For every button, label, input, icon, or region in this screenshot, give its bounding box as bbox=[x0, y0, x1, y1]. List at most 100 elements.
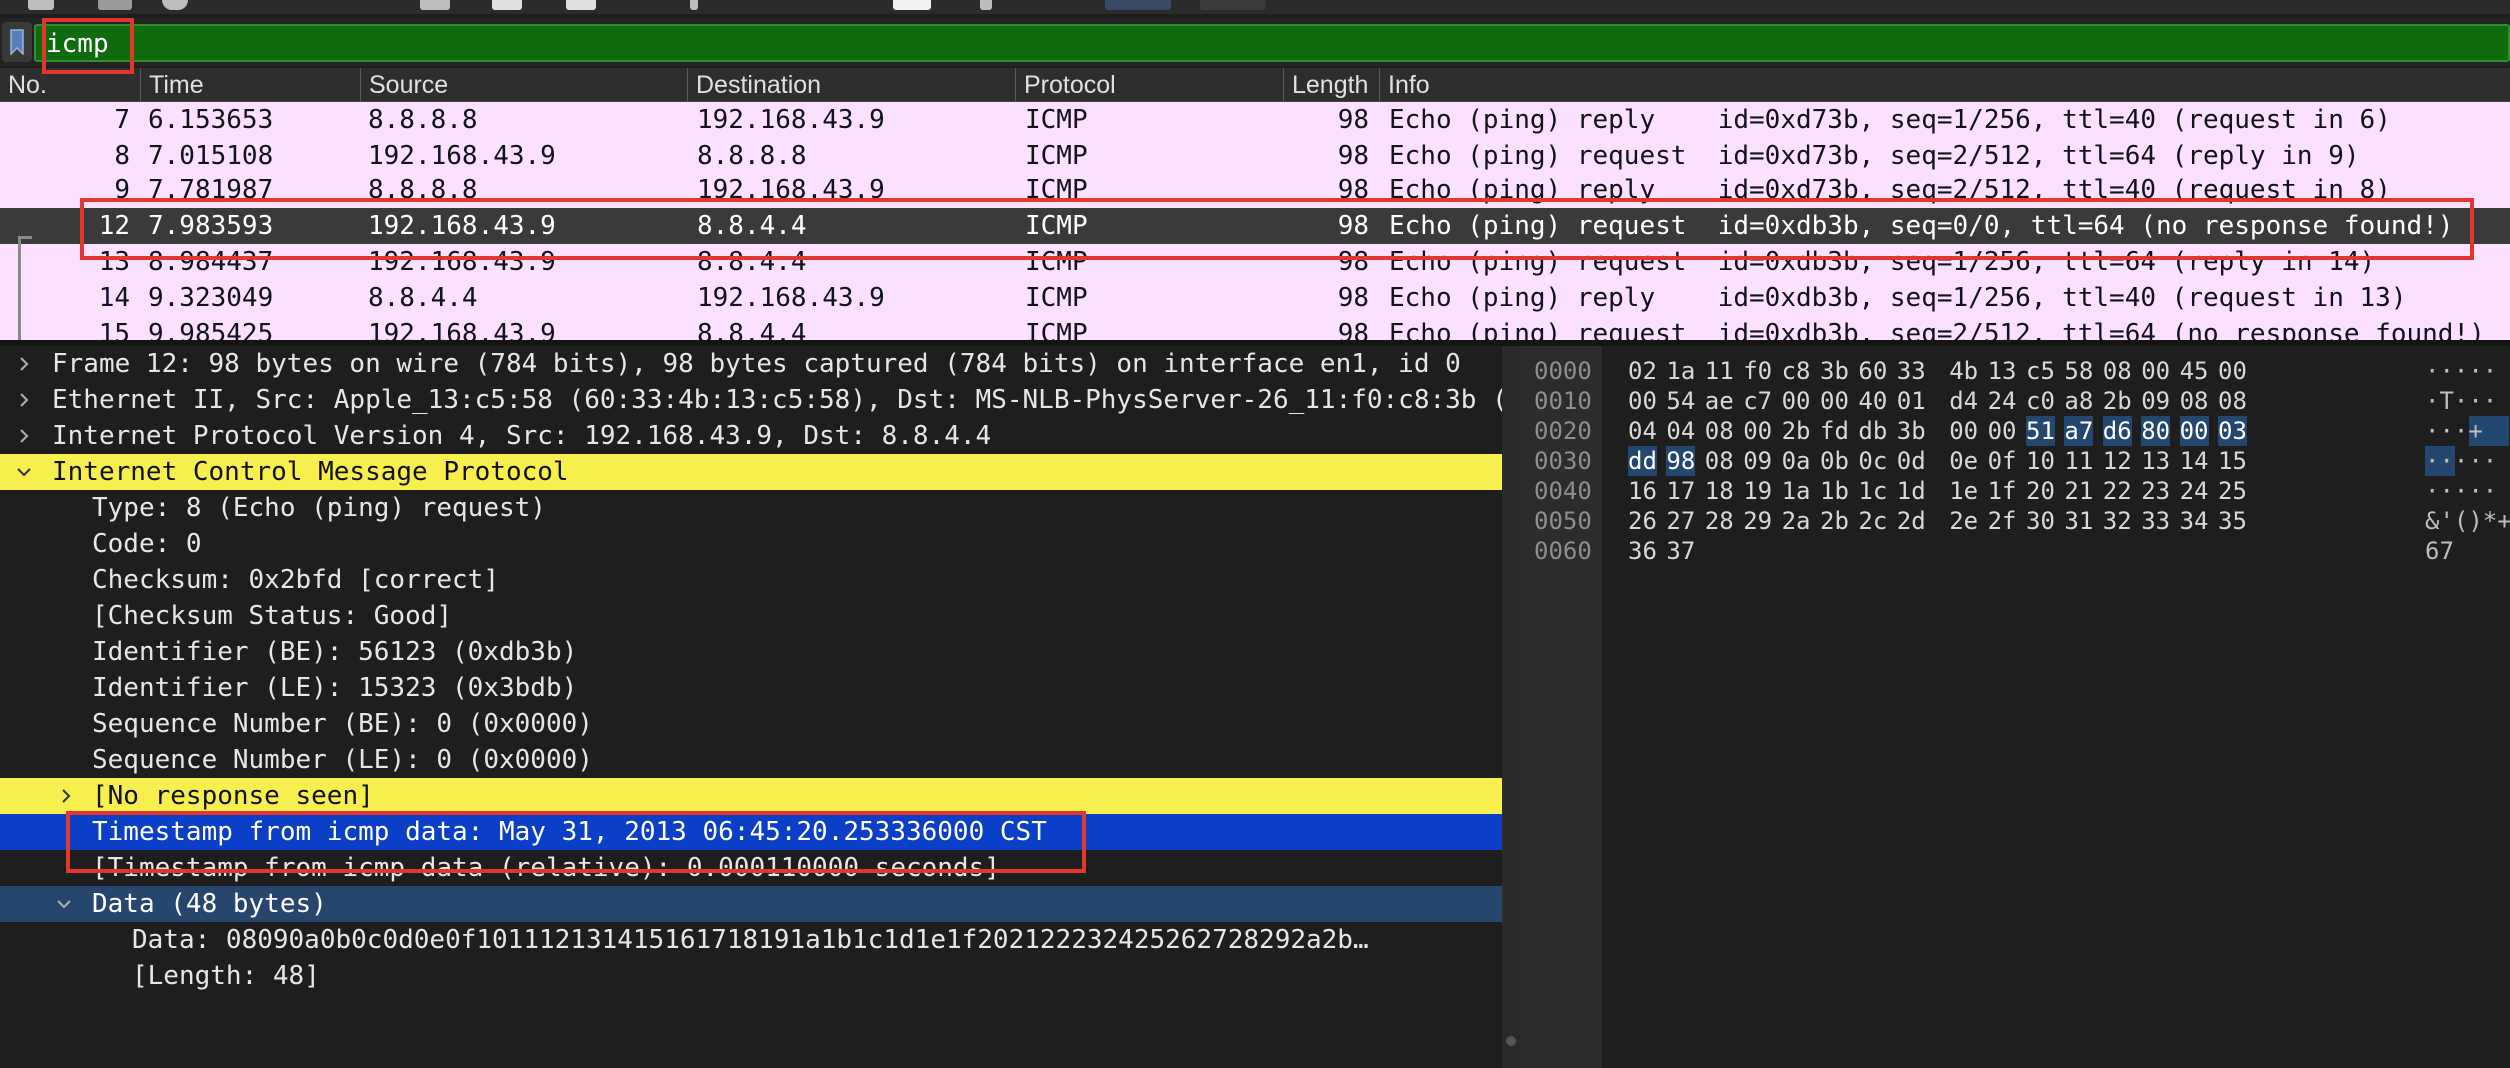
hex-byte[interactable]: 00 bbox=[2141, 356, 2170, 386]
hex-byte[interactable]: 15 bbox=[2218, 446, 2247, 476]
chevron-right-icon[interactable] bbox=[12, 382, 36, 418]
packet-row[interactable]: 15 9.985425 192.168.43.9 8.8.4.4 ICMP 98 Echo … bbox=[0, 316, 2510, 340]
hex-byte[interactable]: 31 bbox=[2064, 506, 2093, 536]
toolbar-button[interactable] bbox=[690, 0, 698, 10]
column-header-time[interactable]: Time bbox=[140, 68, 360, 102]
hex-byte[interactable]: 80 bbox=[2141, 416, 2171, 446]
hex-byte[interactable]: 08 bbox=[1705, 416, 1734, 446]
hex-byte[interactable]: 08 bbox=[2103, 356, 2132, 386]
hex-byte[interactable]: 29 bbox=[1743, 506, 1772, 536]
splitter-handle[interactable] bbox=[1506, 1036, 1516, 1046]
ascii-row[interactable]: ····· bbox=[2425, 356, 2497, 386]
hex-byte[interactable]: 24 bbox=[1988, 386, 2017, 416]
display-filter-input[interactable]: icmp bbox=[34, 24, 2510, 62]
chevron-down-icon[interactable] bbox=[12, 454, 36, 490]
hex-byte[interactable]: 1e bbox=[1949, 476, 1978, 506]
tree-item-ethernet[interactable]: Ethernet II, Src: Apple_13:c5:58 (60:33:… bbox=[0, 382, 1502, 418]
hex-byte[interactable]: 10 bbox=[2026, 446, 2055, 476]
hex-byte[interactable]: 08 bbox=[2180, 386, 2209, 416]
hex-row[interactable]: 36 37 bbox=[1520, 536, 2510, 566]
hex-byte[interactable]: 0c bbox=[1858, 446, 1887, 476]
hex-byte[interactable]: 08 bbox=[2218, 386, 2247, 416]
hex-byte[interactable]: fd bbox=[1820, 416, 1849, 446]
hex-byte[interactable]: 33 bbox=[2141, 506, 2170, 536]
ascii-row[interactable]: ····· bbox=[2425, 476, 2497, 506]
hex-byte[interactable]: 16 bbox=[1628, 476, 1657, 506]
tree-item-icmp[interactable]: Internet Control Message Protocol bbox=[0, 454, 1502, 490]
hex-byte[interactable]: 1a bbox=[1666, 356, 1695, 386]
hex-byte[interactable]: 37 bbox=[1666, 536, 1695, 566]
hex-byte[interactable]: 00 bbox=[1628, 386, 1657, 416]
toolbar-button[interactable] bbox=[98, 0, 132, 10]
ascii-row[interactable]: &'()*+ bbox=[2425, 506, 2510, 536]
hex-byte[interactable]: 1f bbox=[1988, 476, 2017, 506]
hex-byte[interactable]: dd bbox=[1628, 446, 1657, 476]
hex-byte[interactable]: 17 bbox=[1666, 476, 1695, 506]
filter-bookmark-button[interactable] bbox=[2, 22, 32, 62]
hex-byte[interactable]: f0 bbox=[1743, 356, 1772, 386]
tree-field-type[interactable]: Type: 8 (Echo (ping) request) bbox=[0, 490, 1502, 526]
hex-byte[interactable]: d6 bbox=[2102, 416, 2132, 446]
hex-byte[interactable]: 00 bbox=[1820, 386, 1849, 416]
hex-byte[interactable]: 00 bbox=[2218, 356, 2247, 386]
hex-byte[interactable]: 13 bbox=[2141, 446, 2170, 476]
hex-byte[interactable]: d4 bbox=[1949, 386, 1978, 416]
tree-field-identifier-be[interactable]: Identifier (BE): 56123 (0xdb3b) bbox=[0, 634, 1502, 670]
hex-row[interactable]: 16 17 18 19 1a 1b 1c 1d 1e 1f 20 21 22 23 24 25 bbox=[1520, 476, 2510, 506]
hex-byte[interactable]: 3b bbox=[1820, 356, 1849, 386]
hex-byte[interactable]: c5 bbox=[2026, 356, 2055, 386]
hex-byte[interactable]: c0 bbox=[2026, 386, 2055, 416]
tree-field-identifier-le[interactable]: Identifier (LE): 15323 (0x3bdb) bbox=[0, 670, 1502, 706]
ascii-row[interactable]: ····· bbox=[2425, 446, 2497, 476]
hex-row[interactable]: 26 27 28 29 2a 2b 2c 2d 2e 2f 30 31 32 33 34 35 bbox=[1520, 506, 2510, 536]
hex-byte[interactable]: 2b bbox=[1820, 506, 1849, 536]
hex-byte[interactable]: 98 bbox=[1666, 446, 1696, 476]
tree-item-data[interactable]: Data (48 bytes) bbox=[0, 886, 1502, 922]
tree-field-sequence-le[interactable]: Sequence Number (LE): 0 (0x0000) bbox=[0, 742, 1502, 778]
hex-byte[interactable]: 02 bbox=[1628, 356, 1657, 386]
toolbar-button[interactable] bbox=[28, 0, 54, 10]
toolbar-button[interactable] bbox=[492, 0, 522, 10]
hex-byte[interactable]: c7 bbox=[1743, 386, 1772, 416]
hex-byte[interactable]: 00 bbox=[1743, 416, 1772, 446]
hex-byte[interactable]: 3b bbox=[1897, 416, 1926, 446]
hex-byte[interactable]: 04 bbox=[1628, 416, 1657, 446]
hex-byte[interactable]: 01 bbox=[1897, 386, 1926, 416]
hex-byte[interactable]: 0f bbox=[1988, 446, 2017, 476]
ascii-row[interactable]: 67 bbox=[2425, 536, 2454, 566]
hex-byte[interactable]: 0b bbox=[1820, 446, 1849, 476]
hex-byte[interactable]: 32 bbox=[2103, 506, 2132, 536]
hex-byte[interactable]: 30 bbox=[2026, 506, 2055, 536]
tree-field-data[interactable]: Data: 08090a0b0c0d0e0f101112131415161718… bbox=[0, 922, 1502, 958]
hex-byte[interactable]: 22 bbox=[2103, 476, 2132, 506]
hex-byte[interactable]: 00 bbox=[2179, 416, 2209, 446]
hex-byte[interactable]: 21 bbox=[2064, 476, 2093, 506]
hex-row[interactable]: dd 98 08 09 0a 0b 0c 0d 0e 0f 10 11 12 13 14 15 bbox=[1520, 446, 2510, 476]
hex-row[interactable]: 02 1a 11 f0 c8 3b 60 33 4b 13 c5 58 08 00 45 00 bbox=[1520, 356, 2510, 386]
hex-byte[interactable]: c8 bbox=[1782, 356, 1811, 386]
hex-byte[interactable]: 33 bbox=[1897, 356, 1926, 386]
hex-byte[interactable]: 20 bbox=[2026, 476, 2055, 506]
packet-row[interactable]: 14 9.323049 8.8.4.4 192.168.43.9 ICMP 98 Echo … bbox=[0, 280, 2510, 316]
hex-byte[interactable]: 09 bbox=[2141, 386, 2170, 416]
hex-row[interactable]: 04 04 08 00 2b fd db 3b 00 00 51 a7 d6 80 00 03 bbox=[1520, 416, 2510, 446]
hex-byte[interactable]: 11 bbox=[1705, 356, 1734, 386]
hex-byte[interactable]: ae bbox=[1705, 386, 1734, 416]
hex-row[interactable]: 00 54 ae c7 00 00 40 01 d4 24 c0 a8 2b 09 08 08 bbox=[1520, 386, 2510, 416]
ascii-row[interactable]: ·T··· bbox=[2425, 386, 2497, 416]
tree-field-checksum[interactable]: Checksum: 0x2bfd [correct] bbox=[0, 562, 1502, 598]
hex-byte[interactable]: a7 bbox=[2064, 416, 2094, 446]
chevron-right-icon[interactable] bbox=[12, 418, 36, 454]
hex-byte[interactable]: 51 bbox=[2026, 416, 2055, 446]
hex-byte[interactable]: 27 bbox=[1666, 506, 1695, 536]
hex-byte[interactable]: 00 bbox=[1988, 416, 2017, 446]
ascii-row[interactable]: ···+ bbox=[2425, 416, 2509, 446]
hex-byte[interactable]: 1a bbox=[1782, 476, 1811, 506]
hex-byte[interactable]: 2e bbox=[1949, 506, 1978, 536]
toolbar-button[interactable] bbox=[420, 0, 450, 10]
hex-byte[interactable]: 23 bbox=[2141, 476, 2170, 506]
column-header-destination[interactable]: Destination bbox=[687, 68, 1015, 102]
hex-byte[interactable]: 0e bbox=[1949, 446, 1978, 476]
hex-byte[interactable]: 09 bbox=[1743, 446, 1772, 476]
tree-item-no-response[interactable]: [No response seen] bbox=[0, 778, 1502, 814]
